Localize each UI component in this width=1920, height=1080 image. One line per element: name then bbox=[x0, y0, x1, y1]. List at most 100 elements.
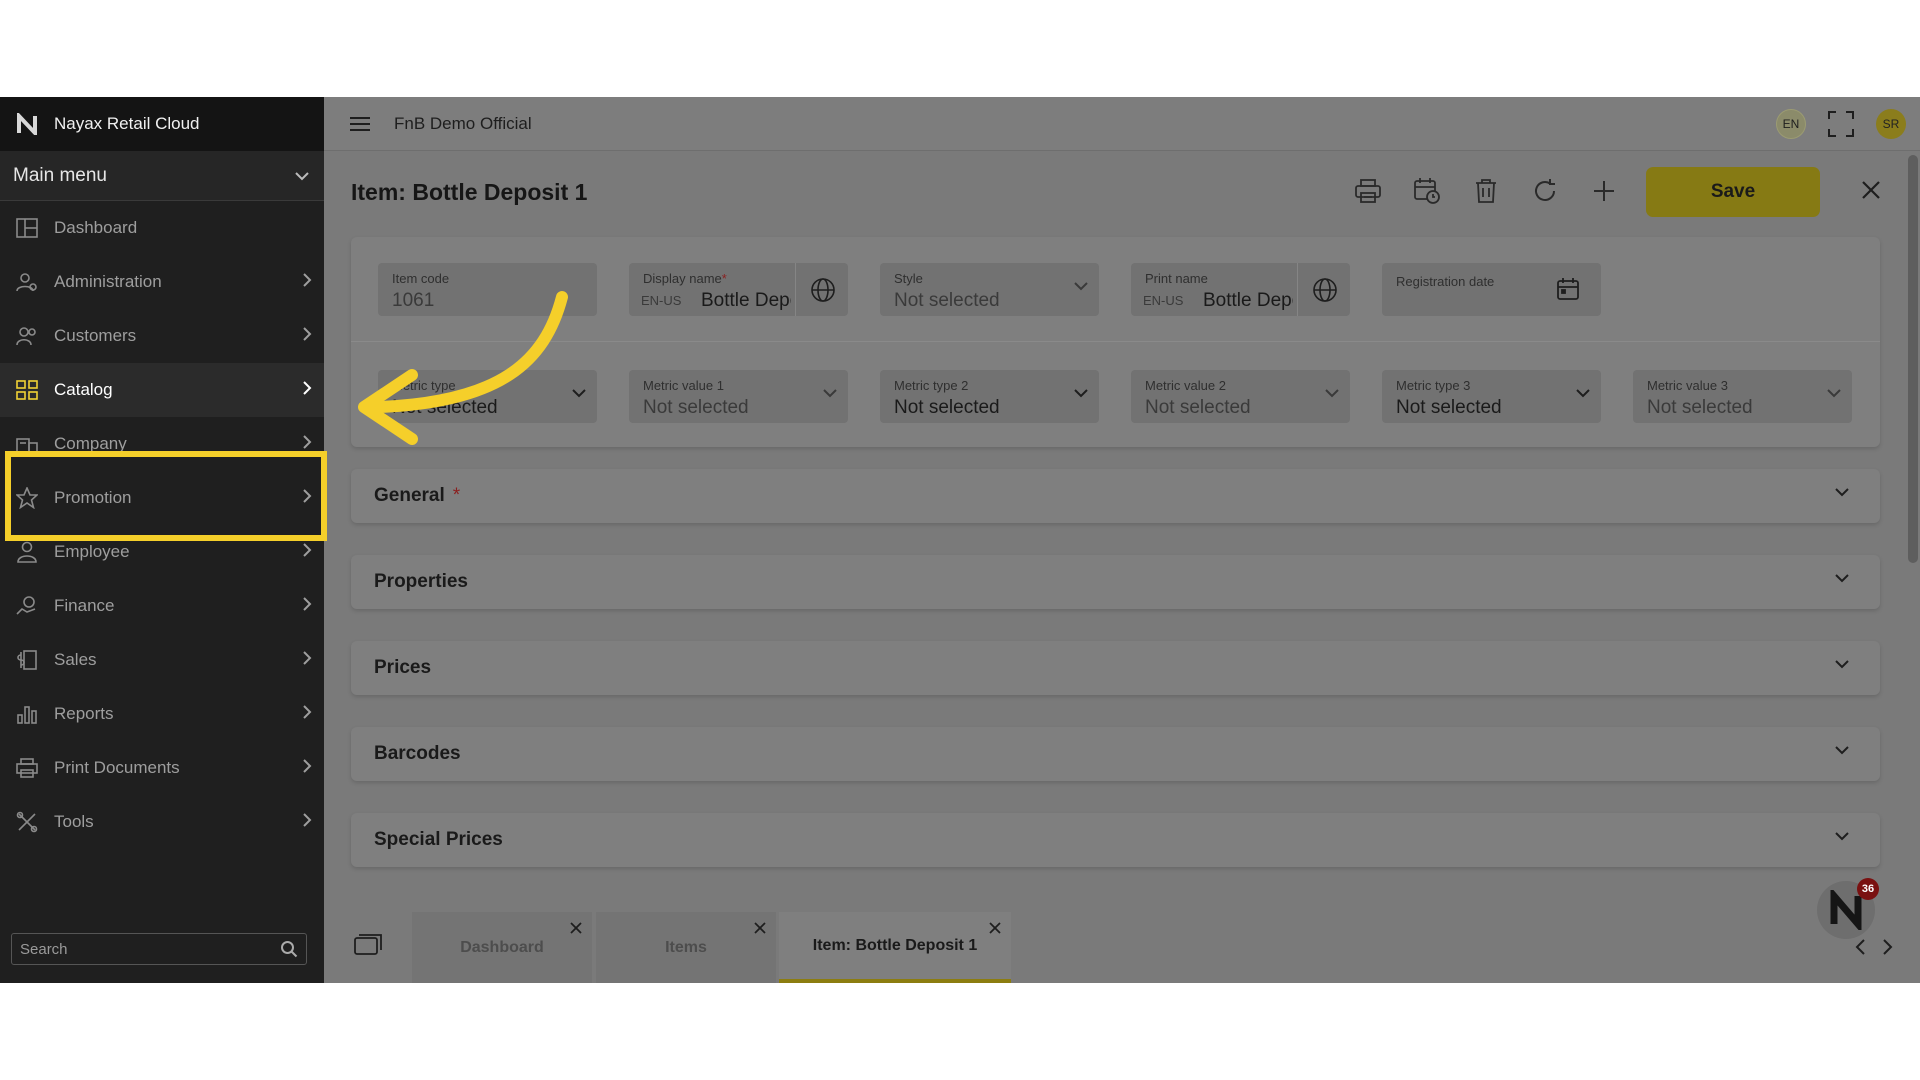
sidebar-item-label: Finance bbox=[54, 596, 115, 615]
field-separator bbox=[795, 263, 796, 316]
chevron-down-icon bbox=[1835, 660, 1849, 669]
chevron-right-icon bbox=[303, 435, 312, 449]
section-title: Barcodes bbox=[374, 743, 461, 764]
refresh-icon bbox=[1535, 179, 1555, 201]
print-button[interactable] bbox=[1350, 173, 1386, 209]
chevron-down-icon bbox=[1835, 574, 1849, 583]
scrollbar-thumb[interactable] bbox=[1908, 155, 1918, 563]
chevron-down-icon bbox=[1835, 488, 1849, 497]
sidebar-item-label: Company bbox=[54, 434, 127, 453]
sidebar-item-label: Print Documents bbox=[54, 758, 180, 777]
close-tab-icon[interactable] bbox=[989, 922, 1001, 934]
sidebar-item-label: Administration bbox=[54, 272, 162, 291]
delete-button[interactable] bbox=[1468, 173, 1504, 209]
style-value: Not selected bbox=[894, 290, 1000, 311]
hamburger-menu-icon[interactable] bbox=[350, 116, 370, 132]
bottom-tab-bar: Dashboard Items Item: Bottle Deposit 1 bbox=[324, 912, 1920, 983]
sidebar: Nayax Retail Cloud Main menu Dashboard A… bbox=[0, 97, 327, 983]
add-button[interactable] bbox=[1586, 173, 1622, 209]
sidebar-item-reports[interactable]: Reports bbox=[0, 687, 324, 741]
user-avatar[interactable]: SR bbox=[1876, 109, 1906, 139]
language-switcher[interactable]: EN bbox=[1776, 109, 1806, 139]
tutorial-arrow-icon bbox=[358, 291, 568, 445]
sidebar-item-company[interactable]: Company bbox=[0, 417, 324, 471]
close-tab-icon[interactable] bbox=[570, 922, 582, 934]
display-name-value: Bottle Deposit 1 bbox=[701, 290, 791, 311]
sidebar-item-finance[interactable]: Finance bbox=[0, 579, 324, 633]
print-name-field[interactable]: Print name EN-US Bottle Deposit 1 bbox=[1131, 263, 1350, 316]
top-right-controls: EN SR bbox=[1776, 109, 1906, 139]
metric-type-3-select[interactable]: Metric type 3 Not selected bbox=[1382, 370, 1601, 423]
sidebar-item-employee[interactable]: Employee bbox=[0, 525, 324, 579]
section-prices[interactable]: Prices bbox=[351, 641, 1880, 695]
chevron-right-icon bbox=[303, 705, 312, 719]
content-scrollbar[interactable] bbox=[1906, 151, 1920, 931]
section-special-prices[interactable]: Special Prices bbox=[351, 813, 1880, 867]
calendar-icon[interactable] bbox=[1557, 277, 1579, 301]
metric-value-2-label: Metric value 2 bbox=[1145, 378, 1226, 393]
sidebar-item-label: Dashboard bbox=[54, 218, 138, 237]
display-name-field[interactable]: Display name* EN-US Bottle Deposit 1 bbox=[629, 263, 848, 316]
display-name-label-text: Display name bbox=[643, 271, 722, 286]
field-separator bbox=[1297, 263, 1298, 316]
tab-item-bottle-deposit[interactable]: Item: Bottle Deposit 1 bbox=[779, 912, 1011, 983]
search-icon[interactable] bbox=[280, 940, 298, 958]
metric-value-3-select[interactable]: Metric value 3 Not selected bbox=[1633, 370, 1852, 423]
reports-icon bbox=[15, 702, 39, 726]
section-properties[interactable]: Properties bbox=[351, 555, 1880, 609]
section-title: Prices bbox=[374, 657, 432, 678]
save-button[interactable]: Save bbox=[1646, 167, 1820, 217]
catalog-icon bbox=[15, 378, 39, 402]
sidebar-item-customers[interactable]: Customers bbox=[0, 309, 324, 363]
tab-label: Dashboard bbox=[460, 938, 544, 956]
metric-type-2-select[interactable]: Metric type 2 Not selected bbox=[880, 370, 1099, 423]
sidebar-item-administration[interactable]: Administration bbox=[0, 255, 324, 309]
sidebar-search-input[interactable] bbox=[20, 940, 280, 958]
close-icon[interactable] bbox=[1860, 179, 1882, 201]
sidebar-item-catalog[interactable]: Catalog bbox=[0, 363, 324, 417]
style-select[interactable]: Style Not selected bbox=[880, 263, 1099, 316]
sidebar-item-sales[interactable]: Sales bbox=[0, 633, 324, 687]
globe-icon[interactable] bbox=[1312, 277, 1338, 303]
sidebar-item-promotion[interactable]: Promotion bbox=[0, 471, 324, 525]
chevron-right-icon bbox=[303, 489, 312, 503]
close-tab-icon[interactable] bbox=[754, 922, 766, 934]
metric-value-3-label: Metric value 3 bbox=[1647, 378, 1728, 393]
refresh-button[interactable] bbox=[1527, 173, 1563, 209]
windows-icon[interactable] bbox=[354, 934, 382, 956]
chevron-down-icon bbox=[1835, 746, 1849, 755]
metric-type-3-value: Not selected bbox=[1396, 397, 1502, 418]
metric-value-3-value: Not selected bbox=[1647, 397, 1753, 418]
notification-count-badge: 36 bbox=[1857, 878, 1879, 900]
chevron-right-icon bbox=[303, 813, 312, 827]
printer-icon bbox=[15, 756, 39, 780]
sidebar-item-dashboard[interactable]: Dashboard bbox=[0, 201, 324, 255]
chevron-right-icon bbox=[303, 597, 312, 611]
globe-icon[interactable] bbox=[810, 277, 836, 303]
sidebar-item-tools[interactable]: Tools bbox=[0, 795, 324, 849]
fullscreen-icon[interactable] bbox=[1828, 111, 1854, 137]
metric-type-3-label: Metric type 3 bbox=[1396, 378, 1471, 393]
tab-dashboard[interactable]: Dashboard bbox=[412, 912, 592, 983]
schedule-button[interactable] bbox=[1409, 173, 1445, 209]
main-menu-toggle[interactable]: Main menu bbox=[0, 151, 324, 201]
toolbar-actions bbox=[1350, 173, 1645, 209]
metric-value-1-select[interactable]: Metric value 1 Not selected bbox=[629, 370, 848, 423]
chevron-right-icon[interactable] bbox=[1882, 938, 1894, 956]
section-title: General bbox=[374, 485, 445, 506]
locale-prefix: EN-US bbox=[1143, 293, 1184, 308]
organization-name: FnB Demo Official bbox=[394, 113, 532, 133]
chevron-down-icon bbox=[823, 389, 837, 398]
customers-icon bbox=[15, 324, 39, 348]
chevron-down-icon bbox=[1325, 389, 1339, 398]
section-barcodes[interactable]: Barcodes bbox=[351, 727, 1880, 781]
section-general[interactable]: General * bbox=[351, 469, 1880, 523]
chevron-left-icon[interactable] bbox=[1854, 938, 1866, 956]
metric-value-2-value: Not selected bbox=[1145, 397, 1251, 418]
tab-items[interactable]: Items bbox=[596, 912, 776, 983]
registration-date-field[interactable]: Registration date bbox=[1382, 263, 1601, 316]
metric-value-2-select[interactable]: Metric value 2 Not selected bbox=[1131, 370, 1350, 423]
sidebar-item-print-documents[interactable]: Print Documents bbox=[0, 741, 324, 795]
brand-name: Nayax Retail Cloud bbox=[54, 114, 200, 133]
sidebar-item-label: Sales bbox=[54, 650, 97, 669]
